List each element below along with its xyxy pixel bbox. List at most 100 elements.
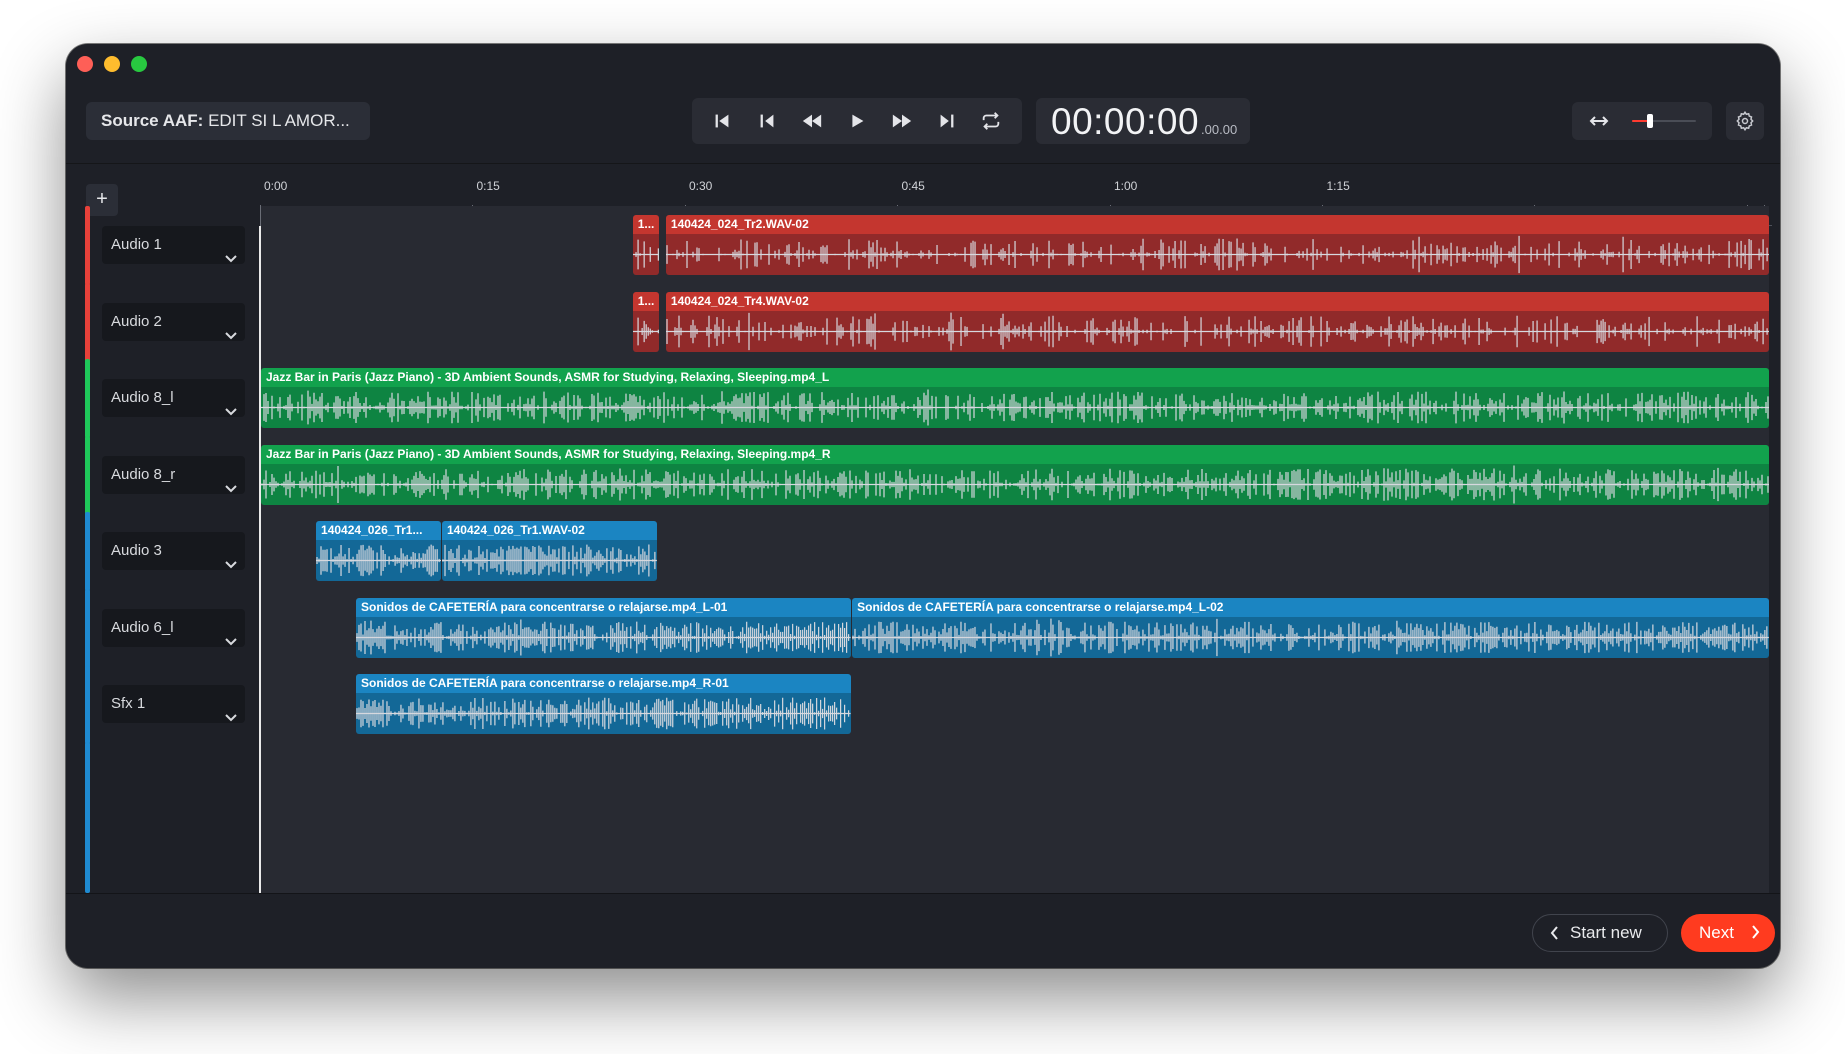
waveform (261, 389, 1769, 426)
clip-waveform (665, 310, 1769, 352)
rewind-icon (802, 114, 822, 128)
waveform (316, 544, 442, 577)
source-aaf-label: Source AAF: EDIT SI L AMOR... (86, 102, 370, 140)
start-new-button[interactable]: Start new (1532, 914, 1668, 952)
track-name-select[interactable]: Audio 3 (102, 532, 245, 570)
audio-clip[interactable]: 1... (632, 291, 660, 352)
track-name-label: Audio 6_l (111, 618, 174, 636)
chevron-down-icon (225, 699, 237, 722)
ruler-time-label: 1:00 (1114, 179, 1138, 193)
zoom-slider-thumb[interactable] (1646, 114, 1653, 128)
track-name-label: Audio 8_r (111, 465, 176, 483)
track-color-bar (85, 741, 90, 893)
waveform (356, 619, 851, 655)
chevron-down-icon (225, 623, 237, 645)
track-header: Audio 2 (85, 282, 255, 362)
ruler-time-label: 0:45 (901, 179, 925, 193)
clip-title: Sonidos de CAFETERÍA para concentrarse o… (356, 674, 851, 693)
source-aaf-value: EDIT SI L AMOR... (208, 111, 350, 130)
ruler-time-label: 0:15 (476, 179, 500, 193)
track-header: Sfx 1 (85, 665, 255, 744)
chevron-down-icon (225, 470, 237, 492)
track-header: Audio 6_l (85, 588, 255, 668)
waveform (441, 544, 657, 577)
track-name-label: Sfx 1 (111, 695, 146, 712)
track-name-label: Audio 1 (111, 236, 162, 253)
track-color-bar (85, 359, 90, 438)
track-header: Audio 1 (85, 206, 255, 285)
fast-forward-button[interactable] (885, 104, 919, 138)
audio-clip[interactable]: Jazz Bar in Paris (Jazz Piano) - 3D Ambi… (261, 444, 1769, 505)
start-new-label: Start new (1570, 923, 1642, 942)
timecode-main: 00:00:00 (1051, 101, 1200, 142)
play-button[interactable] (840, 104, 874, 138)
clip-waveform (441, 540, 657, 581)
clip-title: 140424_026_Tr1.WAV-02 (441, 521, 657, 540)
audio-clip[interactable]: Sonidos de CAFETERÍA para concentrarse o… (852, 597, 1769, 658)
clip-waveform (261, 387, 1769, 428)
clip-title: 140424_024_Tr2.WAV-02 (665, 215, 1769, 234)
clip-waveform (632, 234, 660, 275)
clip-waveform (316, 540, 442, 581)
zoom-control (1572, 102, 1712, 140)
audio-clip[interactable]: Jazz Bar in Paris (Jazz Piano) - 3D Ambi… (261, 368, 1769, 428)
track-lane-partial[interactable] (261, 741, 1769, 893)
track-name-select[interactable]: Sfx 1 (102, 685, 245, 723)
fast-forward-icon (892, 114, 911, 128)
clip-title: 1... (632, 215, 660, 234)
track-name-label: Audio 8_l (111, 389, 174, 406)
track-color-bar (85, 665, 90, 744)
chevron-right-icon (1752, 925, 1760, 939)
clip-title: 140424_026_Tr1... (316, 521, 442, 540)
track-color-bar (85, 588, 90, 668)
loop-button[interactable] (974, 104, 1008, 138)
next-button[interactable]: Next (1681, 914, 1775, 952)
audio-clip[interactable]: Sonidos de CAFETERÍA para concentrarse o… (356, 597, 851, 658)
audio-clip[interactable]: 140424_026_Tr1... (316, 521, 442, 581)
ruler-time-label: 0:00 (264, 179, 288, 193)
maximize-window-button[interactable] (131, 56, 147, 72)
track-name-select[interactable]: Audio 6_l (102, 608, 245, 647)
track-name-label: Audio 3 (111, 542, 162, 559)
clip-waveform (356, 693, 851, 734)
audio-clip[interactable]: 140424_026_Tr1.WAV-02 (441, 521, 657, 581)
track-name-select[interactable]: Audio 1 (102, 226, 245, 264)
chevron-down-icon (225, 546, 237, 569)
timecode-display: 00:00:00 .00.00 (1036, 98, 1250, 144)
close-window-button[interactable] (77, 56, 93, 72)
waveform (632, 239, 660, 270)
loop-icon (983, 112, 1000, 130)
step-back-icon (760, 114, 774, 128)
track-header: Audio 3 (85, 512, 255, 591)
minimize-window-button[interactable] (104, 56, 120, 72)
track-name-select[interactable]: Audio 8_l (102, 379, 245, 417)
step-back-button[interactable] (750, 104, 784, 138)
track-header: Audio 8_r (85, 435, 255, 515)
audio-clip[interactable]: 140424_024_Tr4.WAV-02 (665, 291, 1769, 352)
track-color-bar (85, 435, 90, 515)
playhead[interactable] (259, 226, 261, 893)
chevron-down-icon (225, 393, 237, 416)
step-forward-button[interactable] (930, 104, 964, 138)
zoom-slider[interactable] (1632, 114, 1696, 128)
ruler-time-label: 1:15 (1326, 179, 1350, 193)
clip-waveform (261, 463, 1769, 505)
audio-clip[interactable]: 140424_024_Tr2.WAV-02 (665, 215, 1769, 275)
clip-title: 140424_024_Tr4.WAV-02 (665, 291, 1769, 311)
track-name-select[interactable]: Audio 2 (102, 302, 245, 341)
toolbar: Source AAF: EDIT SI L AMOR... 00:00:00 .… (66, 44, 1780, 164)
transport-controls (692, 98, 1022, 144)
settings-button[interactable] (1726, 102, 1764, 140)
clip-waveform (356, 616, 851, 658)
clip-title: Jazz Bar in Paris (Jazz Piano) - 3D Ambi… (261, 368, 1769, 387)
clip-waveform (852, 616, 1769, 658)
waveform (632, 317, 660, 345)
audio-clip[interactable]: 1... (632, 215, 660, 275)
rewind-button[interactable] (795, 104, 829, 138)
app-window: Source AAF: EDIT SI L AMOR... 00:00:00 .… (66, 44, 1780, 968)
audio-clip[interactable]: Sonidos de CAFETERÍA para concentrarse o… (356, 674, 851, 734)
skip-to-start-button[interactable] (705, 104, 739, 138)
track-name-select[interactable]: Audio 8_r (102, 455, 245, 494)
clip-waveform (665, 234, 1769, 275)
skip-to-start-icon (716, 114, 729, 128)
